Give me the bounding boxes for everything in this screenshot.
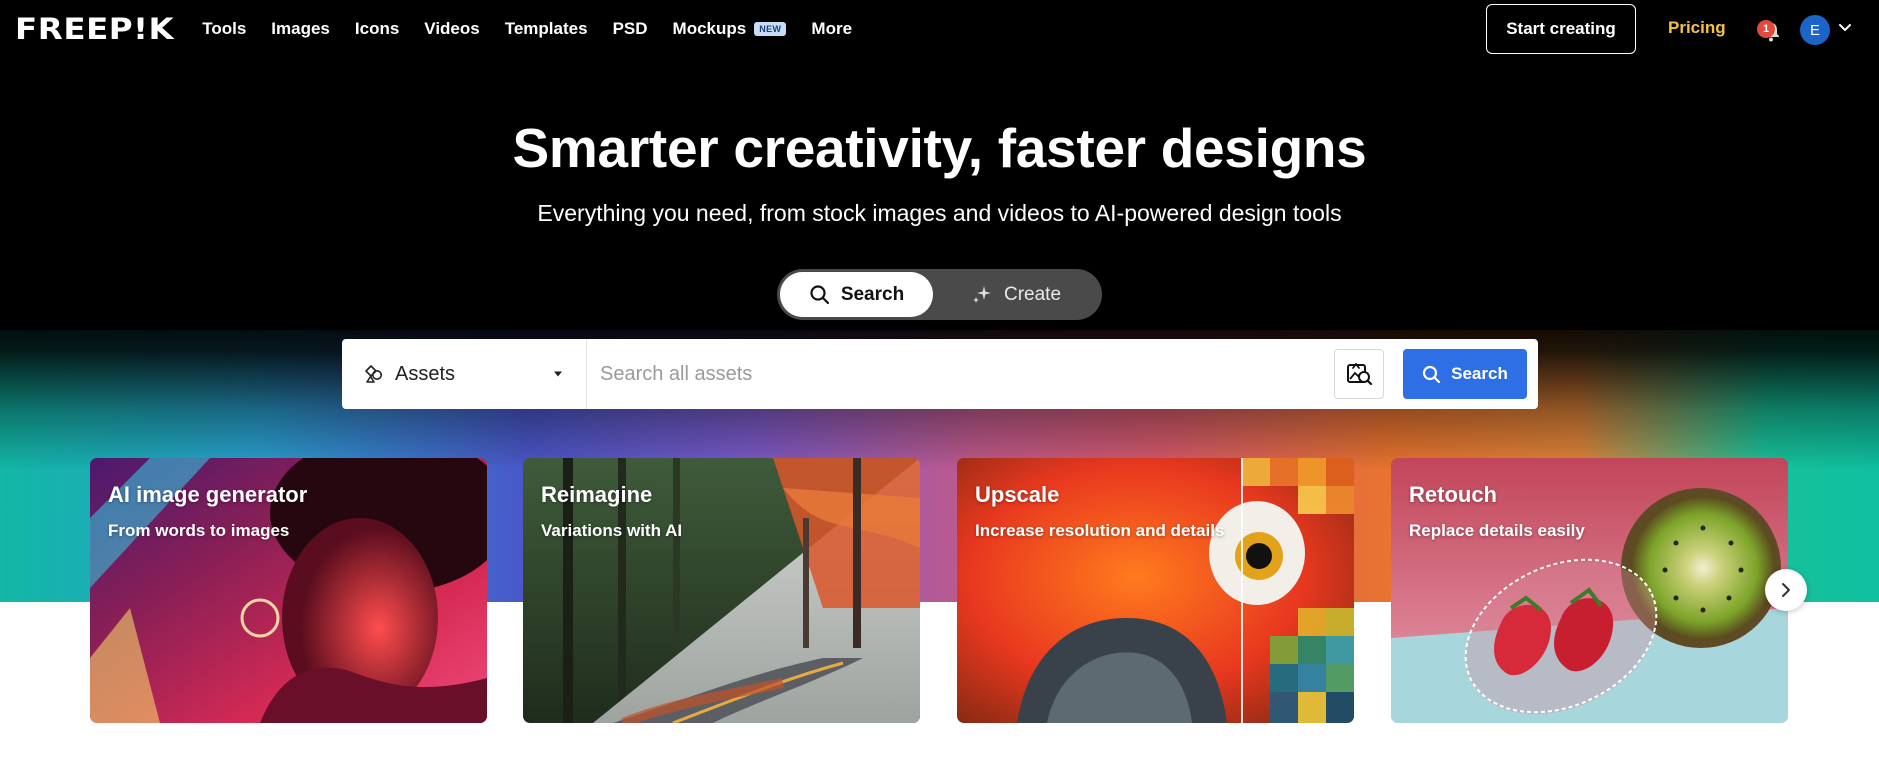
caret-down-icon [554, 371, 562, 377]
card-reimagine[interactable]: Reimagine Variations with AI [523, 458, 920, 723]
search-input[interactable] [587, 339, 1334, 409]
freepik-logo[interactable]: FREEP!K [15, 14, 174, 44]
nav-item-tools[interactable]: Tools [202, 19, 246, 39]
nav-item-icons[interactable]: Icons [355, 19, 399, 39]
nav-item-videos[interactable]: Videos [424, 19, 479, 39]
pricing-link[interactable]: Pricing [1668, 18, 1726, 38]
nav-item-label: Mockups [672, 19, 747, 38]
start-creating-button[interactable]: Start creating [1486, 4, 1636, 54]
nav-item-label: Icons [354, 19, 400, 38]
nav-item-label: Videos [424, 19, 480, 38]
nav-links: Tools Images Icons Videos Templates PSD … [202, 19, 852, 39]
card-subtitle: From words to images [108, 521, 290, 540]
nav-item-images[interactable]: Images [271, 19, 330, 39]
hero-title: Smarter creativity, faster designs [512, 117, 1367, 179]
search-icon [1423, 365, 1441, 383]
nav-item-label: More [811, 19, 853, 38]
new-badge: NEW [754, 22, 787, 36]
search-icon [810, 285, 829, 305]
nav-item-psd[interactable]: PSD [613, 19, 648, 39]
mode-create-button[interactable]: Create [933, 272, 1099, 317]
nav-item-label: Templates [504, 19, 588, 38]
card-title: Retouch [1409, 482, 1497, 507]
card-title: Upscale [975, 482, 1060, 507]
image-search-button[interactable] [1334, 349, 1384, 399]
search-create-toggle: Search Create [777, 269, 1102, 320]
card-subtitle: Increase resolution and details [975, 521, 1225, 540]
card-title: AI image generator [108, 482, 308, 507]
card-subtitle: Variations with AI [541, 521, 683, 540]
mode-search-label: Search [840, 283, 905, 305]
notification-count: 1 [1757, 20, 1775, 38]
carousel-next-button[interactable] [1765, 569, 1807, 611]
search-bar: Assets Search [342, 339, 1538, 409]
mode-search-button[interactable]: Search [780, 272, 933, 317]
asset-type-label: Assets [395, 362, 456, 385]
chevron-down-icon[interactable] [1838, 20, 1852, 34]
asset-type-dropdown[interactable]: Assets [342, 339, 587, 409]
nav-item-label: Images [271, 19, 330, 38]
avatar[interactable]: E [1800, 15, 1830, 45]
chevron-right-icon [1782, 583, 1790, 597]
nav-item-mockups[interactable]: Mockups NEW [673, 19, 787, 39]
image-search-icon [1347, 363, 1373, 386]
notifications-button[interactable]: 1 [1754, 17, 1784, 43]
nav-item-label: Tools [202, 19, 247, 38]
card-upscale[interactable]: Upscale Increase resolution and details [957, 458, 1354, 723]
card-retouch[interactable]: Retouch Replace details easily [1391, 458, 1788, 723]
search-button-label: Search [1451, 364, 1508, 383]
assets-icon [365, 365, 382, 383]
search-button[interactable]: Search [1403, 349, 1527, 399]
card-title: Reimagine [541, 482, 653, 507]
nav-item-templates[interactable]: Templates [505, 19, 588, 39]
hero-subtitle: Everything you need, from stock images a… [537, 200, 1342, 226]
mode-create-label: Create [1003, 283, 1062, 305]
nav-item-label: PSD [612, 19, 648, 38]
card-subtitle: Replace details easily [1409, 521, 1585, 540]
card-ai-image-generator[interactable]: AI image generator From words to images [90, 458, 487, 723]
nav-item-more[interactable]: More [811, 19, 852, 39]
sparkle-icon [972, 285, 991, 303]
